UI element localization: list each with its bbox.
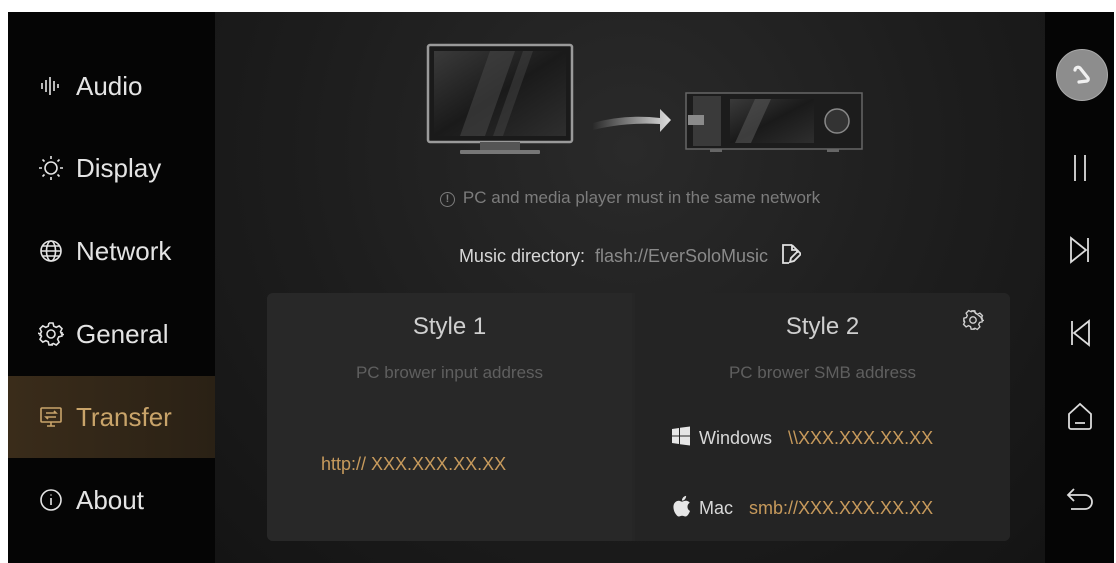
style2-card: Style 2 PC brower SMB address Windows \\… (635, 293, 1010, 541)
music-directory-label: Music directory: (458, 246, 585, 266)
transfer-icon (38, 404, 64, 430)
sidebar: Audio Display Network General Transfer A… (8, 12, 215, 563)
edit-folder-icon[interactable] (779, 243, 803, 270)
style1-card: Style 1 PC brower input address http:// … (267, 293, 632, 541)
style2-subtitle: PC brower SMB address (728, 363, 917, 382)
pc-to-player-illustration (426, 43, 863, 154)
brightness-icon (38, 155, 64, 181)
back-icon (1065, 484, 1095, 519)
globe-icon (38, 238, 64, 264)
network-note-text: PC and media player must in the same net… (462, 188, 821, 207)
sidebar-item-label: About (76, 484, 144, 515)
home-button[interactable] (1045, 401, 1114, 436)
back-button[interactable] (1045, 484, 1114, 519)
next-track-icon (1067, 235, 1093, 270)
previous-track-button[interactable] (1045, 318, 1114, 353)
mac-address: smb://XXX.XXX.XX.XX (749, 498, 934, 518)
sidebar-item-general[interactable]: General (8, 293, 215, 375)
sidebar-item-display[interactable]: Display (8, 127, 215, 209)
mac-address-row: Mac smb://XXX.XXX.XX.XX (671, 495, 933, 522)
device-screen: Audio Display Network General Transfer A… (8, 12, 1114, 563)
playback-controls (1045, 12, 1114, 563)
sidebar-item-label: General (76, 318, 169, 349)
style1-title: Style 1 (412, 313, 487, 340)
styles-panel: Style 1 PC brower input address http:// … (267, 293, 1010, 541)
smb-settings-icon[interactable] (962, 309, 985, 336)
home-icon (1065, 401, 1095, 436)
style1-address: http:// XXX.XXX.XX.XX (321, 454, 507, 474)
transfer-panel: ! PC and media player must in the same ne… (215, 12, 1045, 563)
info-icon: ! (439, 192, 455, 207)
next-track-button[interactable] (1045, 235, 1114, 270)
sidebar-item-audio[interactable]: Audio (8, 45, 215, 127)
windows-address: \\XXX.XXX.XX.XX (788, 428, 934, 448)
sidebar-item-label: Display (76, 152, 162, 183)
music-directory-value: flash://EverSoloMusic (594, 246, 769, 266)
gear-icon (38, 321, 64, 347)
avatar[interactable] (1056, 49, 1108, 101)
windows-address-row: Windows \\XXX.XXX.XX.XX (671, 426, 933, 451)
sidebar-item-transfer[interactable]: Transfer (8, 376, 215, 458)
info-icon (38, 487, 64, 513)
sidebar-item-label: Audio (76, 70, 143, 101)
network-note: ! PC and media player must in the same ne… (215, 188, 1045, 208)
style2-title: Style 2 (785, 313, 860, 340)
music-directory: Music directory: flash://EverSoloMusic (215, 243, 1045, 270)
pause-button[interactable] (1045, 153, 1114, 188)
mac-label: Mac (699, 498, 734, 518)
sidebar-item-about[interactable]: About (8, 459, 215, 541)
sidebar-item-label: Transfer (76, 401, 172, 432)
pause-icon (1067, 153, 1093, 188)
apple-logo-icon (671, 495, 691, 522)
sidebar-item-label: Network (76, 235, 172, 266)
sidebar-item-network[interactable]: Network (8, 210, 215, 292)
style1-subtitle: PC brower input address (355, 363, 544, 382)
audio-waveform-icon (38, 73, 64, 99)
windows-label: Windows (699, 428, 773, 448)
previous-track-icon (1067, 318, 1093, 353)
windows-logo-icon (671, 426, 691, 451)
